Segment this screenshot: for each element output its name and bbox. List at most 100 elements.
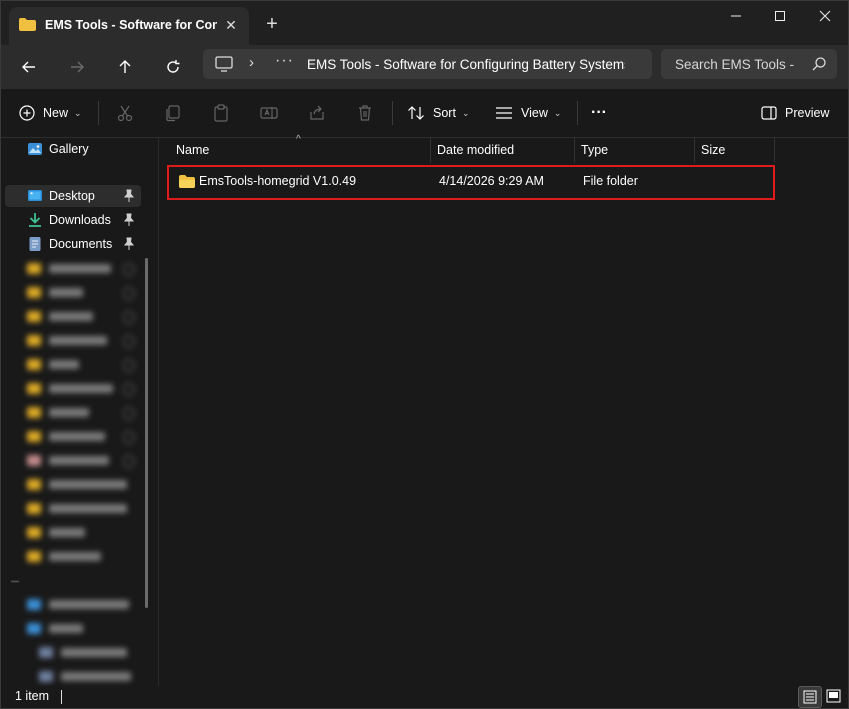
arrow-left-icon[interactable]: [15, 53, 43, 81]
divider: [61, 690, 62, 704]
tab-title: EMS Tools - Software for Configuring Bat…: [45, 18, 217, 32]
column-header-name[interactable]: Name: [176, 138, 209, 162]
rename-icon[interactable]: [259, 103, 279, 123]
sidebar-item-blurred[interactable]: [23, 358, 141, 372]
pin-icon[interactable]: [123, 189, 135, 203]
tiles-view-button[interactable]: [823, 686, 845, 706]
gallery-icon: [28, 143, 42, 155]
refresh-icon[interactable]: [159, 53, 187, 81]
delete-icon[interactable]: [355, 103, 375, 123]
details-view-button[interactable]: [798, 686, 822, 708]
status-bar: 1 item: [1, 686, 848, 708]
sort-button[interactable]: Sort ⌄: [407, 101, 469, 125]
arrow-right-icon[interactable]: [63, 53, 91, 81]
breadcrumb-overflow[interactable]: ···: [275, 52, 294, 70]
sort-icon: [408, 106, 424, 120]
document-icon: [29, 237, 41, 251]
folder-icon: [19, 18, 36, 31]
sidebar-item-blurred[interactable]: [23, 454, 141, 468]
close-window-icon[interactable]: [802, 7, 848, 27]
download-icon: [29, 213, 41, 227]
sidebar-item-documents[interactable]: Documents: [5, 233, 141, 255]
navigation-bar: › ··· EMS Tools - Software for Configuri…: [1, 45, 848, 89]
sidebar-item-label: Downloads: [49, 213, 111, 227]
close-icon[interactable]: ✕: [221, 15, 241, 35]
file-date: 4/14/2026 9:29 AM: [439, 174, 544, 188]
preview-button[interactable]: Preview: [761, 101, 829, 125]
table-row[interactable]: EmsTools-homegrid V1.0.49 4/14/2026 9:29…: [167, 165, 775, 200]
sidebar-item-label: Documents: [49, 237, 113, 251]
sidebar-item-blurred[interactable]: [35, 646, 153, 660]
view-button[interactable]: View ⌄: [495, 101, 561, 125]
new-button[interactable]: New ⌄: [19, 101, 82, 125]
sidebar-item-desktop[interactable]: Desktop: [5, 185, 141, 207]
tab-active[interactable]: EMS Tools - Software for Configuring Bat…: [9, 7, 249, 45]
view-list-icon: [496, 107, 512, 119]
desktop-icon: [28, 190, 42, 201]
sidebar-item-label: Gallery: [49, 142, 89, 156]
address-bar[interactable]: › ··· EMS Tools - Software for Configuri…: [203, 49, 652, 79]
sidebar-item-downloads[interactable]: Downloads: [5, 209, 141, 231]
divider: [577, 101, 578, 125]
column-divider[interactable]: [574, 138, 575, 162]
computer-icon: [215, 56, 233, 72]
file-list: ^ Name Date modified Type Size EmsTools-…: [159, 134, 848, 686]
column-header-type[interactable]: Type: [581, 138, 608, 162]
sidebar-item-blurred[interactable]: [35, 670, 153, 684]
column-divider[interactable]: [430, 138, 431, 162]
item-count: 1 item: [15, 689, 50, 703]
chevron-down-icon: ⌄: [553, 107, 562, 118]
sidebar-item-blurred[interactable]: [23, 622, 141, 636]
sidebar-item-blurred[interactable]: [23, 526, 141, 540]
paste-icon[interactable]: [211, 103, 231, 123]
details-view-icon: [803, 690, 817, 704]
search-placeholder: Search EMS Tools -: [675, 57, 795, 72]
sidebar-item-blurred[interactable]: [23, 430, 141, 444]
scrollbar[interactable]: [145, 258, 148, 608]
minimize-icon[interactable]: [713, 7, 759, 27]
chevron-right-icon[interactable]: ›: [249, 54, 254, 71]
column-divider[interactable]: [774, 138, 775, 162]
column-header-date[interactable]: Date modified: [437, 138, 514, 162]
plus-icon[interactable]: +: [261, 13, 283, 35]
sidebar-item-blurred[interactable]: [23, 382, 141, 396]
preview-pane-icon: [761, 106, 777, 120]
preview-label: Preview: [785, 106, 830, 120]
sidebar-item-blurred[interactable]: [23, 310, 141, 324]
sidebar-item-blurred[interactable]: [23, 502, 141, 516]
file-explorer-window: EMS Tools - Software for Configuring Bat…: [0, 0, 849, 709]
chevron-down-icon: ⌄: [74, 107, 82, 118]
sidebar-item-blurred[interactable]: [23, 334, 141, 348]
sidebar-item-blurred[interactable]: [23, 286, 141, 300]
view-label: View: [521, 106, 548, 120]
column-header-size[interactable]: Size: [701, 138, 725, 162]
navigation-pane: Gallery Desktop Downloads Documents: [1, 138, 159, 686]
maximize-icon[interactable]: [757, 7, 803, 27]
sidebar-item-label: Desktop: [49, 189, 95, 203]
title-bar: EMS Tools - Software for Configuring Bat…: [1, 1, 848, 45]
sidebar-item-blurred[interactable]: [23, 262, 141, 276]
column-divider[interactable]: [694, 138, 695, 162]
command-bar: New ⌄ Sort ⌄ View ⌄ ··· Preview: [1, 89, 848, 138]
arrow-up-icon[interactable]: [111, 53, 139, 81]
large-icons-view-icon: [826, 689, 841, 703]
new-label: New: [43, 106, 69, 120]
copy-icon[interactable]: [163, 103, 183, 123]
folder-icon: [179, 175, 195, 188]
file-name: EmsTools-homegrid V1.0.49: [199, 174, 357, 188]
sort-ascending-icon: ^: [296, 134, 301, 145]
sidebar-item-blurred[interactable]: [23, 550, 141, 564]
sidebar-item-blurred[interactable]: [23, 598, 141, 612]
pin-icon[interactable]: [123, 237, 135, 251]
pin-icon[interactable]: [123, 213, 135, 227]
sidebar-item-blurred[interactable]: [23, 406, 141, 420]
divider: [11, 581, 19, 582]
sidebar-item-blurred[interactable]: [23, 478, 141, 492]
more-options-button[interactable]: ···: [591, 101, 607, 125]
sidebar-item-gallery[interactable]: Gallery: [5, 138, 141, 160]
file-type: File folder: [583, 174, 638, 188]
search-input[interactable]: Search EMS Tools -: [661, 49, 837, 79]
share-icon[interactable]: [307, 103, 327, 123]
cut-icon[interactable]: [115, 103, 135, 123]
breadcrumb[interactable]: EMS Tools - Software for Configuring Bat…: [307, 57, 625, 72]
